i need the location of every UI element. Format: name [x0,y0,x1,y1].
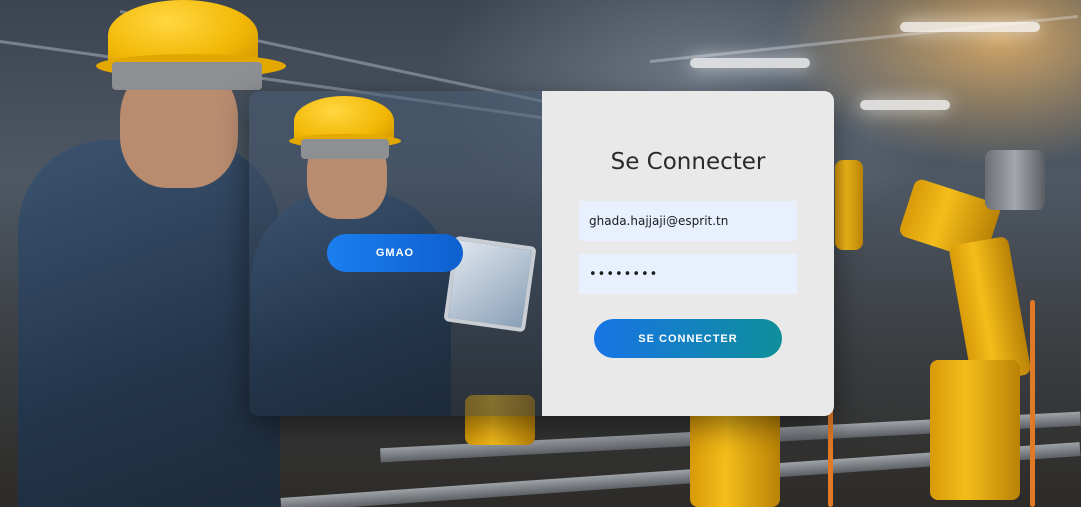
robot-hose [1030,300,1035,507]
password-field[interactable] [579,254,797,294]
robot-arm [985,150,1045,210]
login-form-panel: Se Connecter SE CONNECTER [542,91,834,416]
gmao-button[interactable]: GMAO [327,234,463,272]
ceiling-light [900,22,1040,32]
ceiling-light [860,100,950,110]
card-image-panel: GMAO [249,91,542,416]
email-field[interactable] [579,201,797,241]
robot-arm [690,410,780,507]
robot-arm [930,360,1020,500]
login-card: GMAO Se Connecter SE CONNECTER [249,91,834,416]
ceiling-light [690,58,810,68]
robot-arm [835,160,863,250]
login-submit-button[interactable]: SE CONNECTER [594,319,782,358]
login-title: Se Connecter [610,149,766,175]
